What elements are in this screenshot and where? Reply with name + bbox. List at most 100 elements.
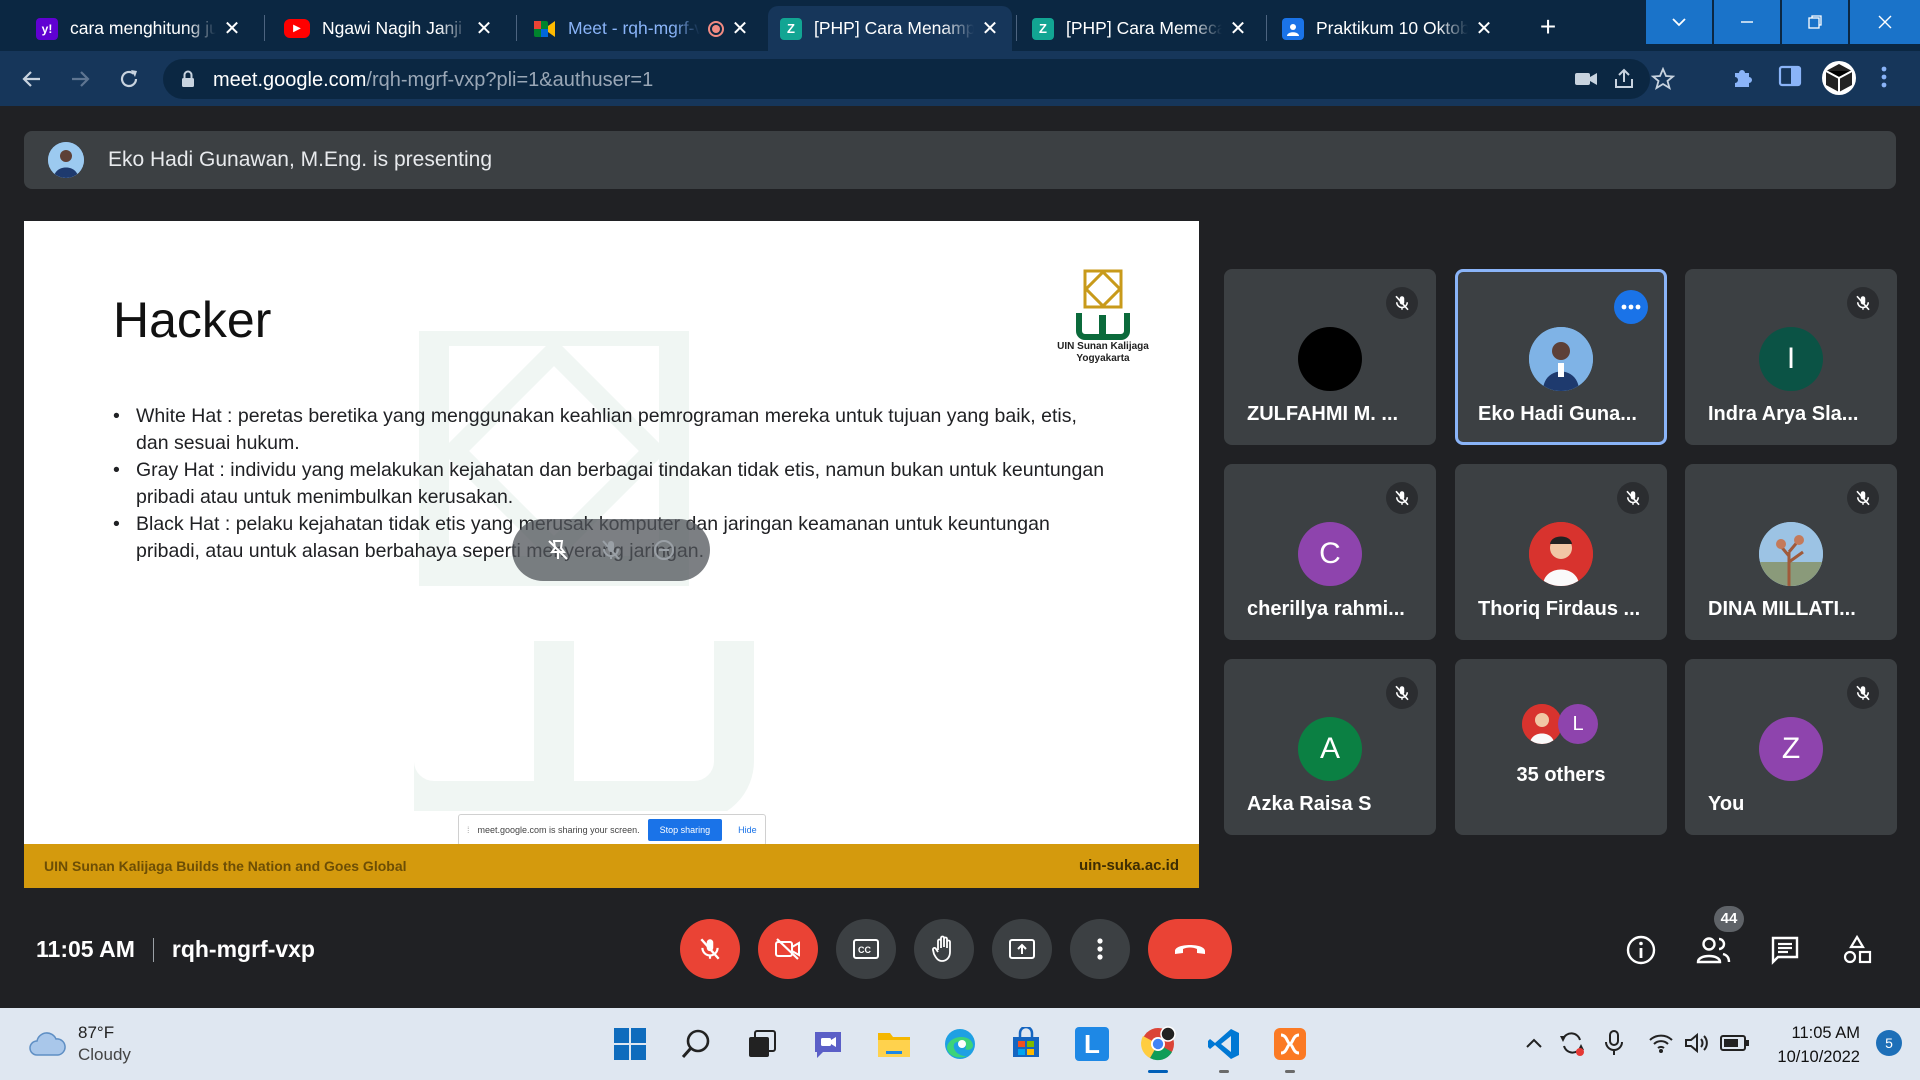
captions-button[interactable]: CC <box>836 919 896 979</box>
raise-hand-button[interactable] <box>914 919 974 979</box>
system-clock[interactable]: 11:05 AM 10/10/2022 <box>1777 1021 1860 1069</box>
mute-overlay-icon[interactable] <box>599 538 623 562</box>
presentation-controls-overlay[interactable] <box>512 519 710 581</box>
arrow-left-icon <box>22 71 40 87</box>
side-panel-icon[interactable] <box>1778 64 1802 88</box>
tab-close-icon[interactable]: ✕ <box>730 16 750 41</box>
people-button[interactable] <box>1692 929 1734 971</box>
tab-close-icon[interactable]: ✕ <box>222 16 242 41</box>
weather-widget[interactable]: 87°F Cloudy <box>28 1022 131 1066</box>
classroom-icon <box>1282 17 1304 40</box>
tab-php-menampilkan[interactable]: Z [PHP] Cara Menampilkan ✕ <box>768 6 1012 51</box>
restore-icon <box>1808 15 1822 29</box>
info-icon <box>1626 935 1656 965</box>
close-window-button[interactable] <box>1850 0 1920 44</box>
tab-close-icon[interactable]: ✕ <box>1474 16 1494 41</box>
activities-button[interactable] <box>1836 929 1878 971</box>
camera-toggle-button[interactable] <box>758 919 818 979</box>
mic-off-icon <box>1847 287 1879 319</box>
people-icon <box>1696 937 1731 964</box>
volume-icon[interactable] <box>1684 1032 1710 1054</box>
forward-button[interactable] <box>64 63 96 95</box>
mic-toggle-button[interactable] <box>680 919 740 979</box>
sync-icon[interactable] <box>1558 1030 1586 1056</box>
l-app-button[interactable]: L <box>1070 1022 1114 1066</box>
chat-icon <box>1771 936 1799 965</box>
mic-off-icon <box>1847 482 1879 514</box>
star-icon[interactable] <box>1651 67 1675 91</box>
kebab-menu-icon[interactable] <box>1878 64 1890 90</box>
screen-share-toast: ⁞ meet.google.com is sharing your screen… <box>458 814 766 846</box>
xampp-icon <box>1274 1028 1306 1060</box>
slide-title: Hacker <box>113 292 272 348</box>
meeting-details-button[interactable] <box>1620 929 1662 971</box>
vscode-icon <box>1208 1029 1239 1059</box>
participant-tile[interactable]: Thoriq Firdaus ... <box>1455 464 1667 640</box>
drag-handle-icon: ⁞ <box>467 825 470 835</box>
search-button[interactable] <box>674 1022 718 1066</box>
notification-badge[interactable]: 5 <box>1876 1030 1902 1056</box>
participant-tile[interactable]: DINA MILLATI... <box>1685 464 1897 640</box>
minimize-button[interactable] <box>1714 0 1780 44</box>
vscode-button[interactable] <box>1202 1022 1246 1073</box>
chat-button[interactable] <box>1764 929 1806 971</box>
tab-meet[interactable]: Meet - rqh-mgrf-vxp ✕ <box>522 6 762 51</box>
avatar: I <box>1759 327 1823 391</box>
avatar <box>1298 327 1362 391</box>
participant-tile[interactable]: ZULFAHMI M. ... <box>1224 269 1436 445</box>
present-screen-icon <box>1009 939 1035 959</box>
profile-avatar[interactable] <box>1822 61 1856 95</box>
hide-toast-button[interactable]: Hide <box>738 825 757 835</box>
address-bar[interactable]: meet.google.com/rqh-mgrf-vxp?pli=1&authu… <box>163 59 1675 99</box>
chrome-button[interactable] <box>1136 1022 1180 1073</box>
tab-php-memecahkan[interactable]: Z [PHP] Cara Memecahkan ✕ <box>1020 6 1260 51</box>
battery-icon[interactable] <box>1720 1034 1750 1052</box>
remove-icon[interactable] <box>652 538 676 562</box>
participant-tile[interactable]: I Indra Arya Sla... <box>1685 269 1897 445</box>
avatar <box>1759 522 1823 586</box>
tab-classroom[interactable]: Praktikum 10 Oktober ✕ <box>1270 6 1506 51</box>
participant-tile-presenter[interactable]: Eko Hadi Guna... <box>1455 269 1667 445</box>
tab-close-icon[interactable]: ✕ <box>980 16 1000 41</box>
reload-button[interactable] <box>113 63 145 95</box>
present-now-button[interactable] <box>992 919 1052 979</box>
share-icon[interactable] <box>1612 67 1636 91</box>
more-options-button[interactable] <box>1070 919 1130 979</box>
extensions-icon[interactable] <box>1730 64 1756 90</box>
tab-search-button[interactable] <box>1646 0 1712 44</box>
more-options-button[interactable] <box>1614 290 1648 324</box>
participant-tile[interactable]: C cherillya rahmi... <box>1224 464 1436 640</box>
tab-yahoo[interactable]: y! cara menghitung jumlah ✕ <box>24 6 254 51</box>
task-view-button[interactable] <box>740 1022 784 1066</box>
tab-close-icon[interactable]: ✕ <box>1228 16 1248 41</box>
store-button[interactable] <box>1004 1022 1048 1066</box>
presentation-slide: Hacker UIN Sunan Kalijaga Yogyakarta Whi… <box>24 221 1199 888</box>
camera-in-use-icon[interactable] <box>1574 70 1598 88</box>
start-button[interactable] <box>608 1022 652 1066</box>
new-tab-button[interactable]: + <box>1532 12 1564 44</box>
chevron-up-icon[interactable] <box>1524 1036 1544 1050</box>
unpin-icon[interactable] <box>546 538 570 562</box>
self-tile[interactable]: Z You <box>1685 659 1897 835</box>
tab-close-icon[interactable]: ✕ <box>474 16 494 41</box>
reload-icon <box>120 70 138 88</box>
participant-tile[interactable]: A Azka Raisa S <box>1224 659 1436 835</box>
microphone-icon[interactable] <box>1604 1030 1624 1056</box>
back-button[interactable] <box>16 63 48 95</box>
wifi-icon[interactable] <box>1648 1032 1674 1054</box>
edge-button[interactable] <box>938 1022 982 1066</box>
mic-off-icon <box>1386 287 1418 319</box>
teams-chat-button[interactable] <box>806 1022 850 1066</box>
others-tile[interactable]: L 35 others <box>1455 659 1667 835</box>
xampp-button[interactable] <box>1268 1022 1312 1073</box>
file-explorer-button[interactable] <box>872 1022 916 1066</box>
cloud-icon <box>29 1032 66 1056</box>
youtube-icon: ▶ <box>284 19 310 38</box>
stop-sharing-button[interactable]: Stop sharing <box>647 819 723 841</box>
leave-call-button[interactable] <box>1148 919 1232 979</box>
windows-start-icon <box>614 1028 646 1060</box>
restore-button[interactable] <box>1782 0 1848 44</box>
camera-off-icon <box>775 938 800 960</box>
url-text: meet.google.com/rqh-mgrf-vxp?pli=1&authu… <box>213 69 653 92</box>
tab-youtube[interactable]: ▶ Ngawi Nagih Janji - YouTube ✕ <box>272 6 506 51</box>
